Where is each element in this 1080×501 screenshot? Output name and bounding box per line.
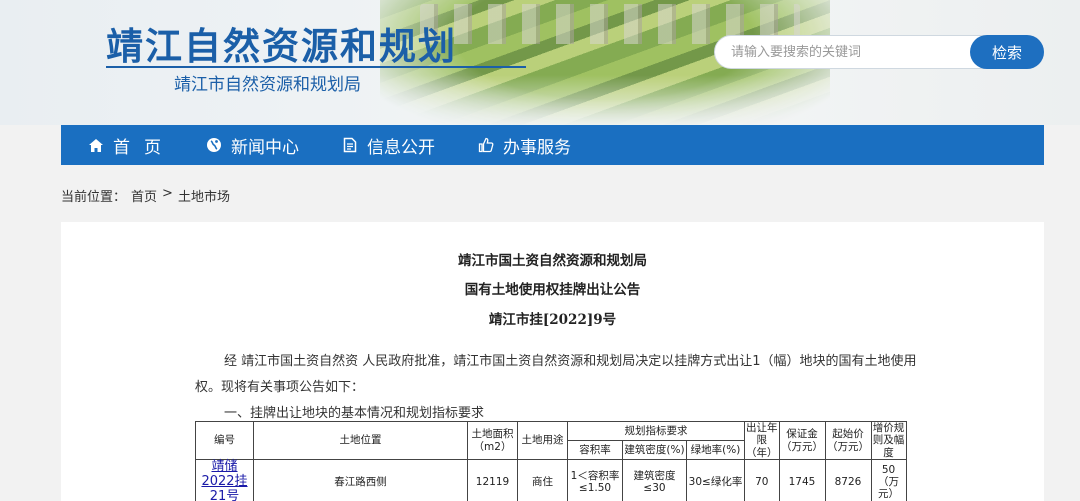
notice-intro-line1: 经 靖江市国土资自然资 人民政府批准，靖江市国土资自然资源和规划局决定以挂牌方式…: [224, 354, 917, 369]
header-code: 编号: [195, 421, 254, 460]
parcel-code-link[interactable]: 靖储2022挂21号: [201, 459, 247, 501]
cell-density: 建筑密度≤30: [622, 459, 687, 501]
nav-item-label: 办事服务: [503, 137, 571, 158]
cell-green: 30≤绿化率: [686, 459, 745, 501]
notice-title: 国有土地使用权挂牌出让公告: [464, 282, 641, 298]
header-term: 出让年限（年）: [744, 421, 780, 460]
nav-item-service[interactable]: 办事服务: [477, 125, 571, 165]
header-increment: 增价规则及幅度: [870, 421, 907, 460]
breadcrumb-current-link[interactable]: 土地市场: [178, 186, 230, 205]
cell-use: 商住: [517, 459, 568, 501]
notice-intro-line2: 权。现将有关事项公告如下：: [195, 380, 365, 395]
cell-term: 70: [744, 459, 780, 501]
cell-start-price: 8726: [824, 459, 872, 501]
breadcrumb-separator: >: [162, 186, 173, 201]
nav-item-news[interactable]: 新闻中心: [205, 125, 299, 165]
breadcrumb: 当前位置： 首页 > 土地市场: [61, 186, 230, 205]
notice-issuer: 靖江市国土资自然资源和规划局: [458, 253, 647, 269]
title-underline: [106, 66, 526, 68]
nav-item-home[interactable]: 首页: [87, 125, 175, 165]
cell-location: 春江路西侧: [253, 459, 468, 501]
notice-number: 靖江市挂[2022]9号: [488, 312, 617, 328]
document-icon: [341, 136, 359, 154]
header-deposit: 保证金（万元）: [778, 421, 826, 460]
cell-area: 12119: [467, 459, 518, 501]
header-location: 土地位置: [253, 421, 468, 460]
header-banner: 靖江自然资源和规划 靖江市自然资源和规划局 检索: [0, 0, 1080, 125]
search-input[interactable]: [731, 36, 967, 68]
header-use: 土地用途: [517, 421, 568, 460]
search-button[interactable]: 检索: [970, 35, 1044, 69]
nav-item-label: 信息公开: [367, 137, 435, 158]
header-far: 容积率: [567, 440, 623, 460]
nav-item-info[interactable]: 信息公开: [341, 125, 435, 165]
breadcrumb-home-link[interactable]: 首页: [131, 186, 157, 205]
site-subtitle: 靖江市自然资源和规划局: [174, 75, 361, 95]
main-nav: 首页 新闻中心 信息公开 办事服务: [61, 125, 1044, 165]
site-title[interactable]: 靖江自然资源和规划: [106, 16, 457, 70]
content-panel: 靖江市国土资自然资源和规划局 国有土地使用权挂牌出让公告 靖江市挂[2022]9…: [61, 222, 1044, 501]
header-start-price: 起始价（万元）: [824, 421, 872, 460]
table-row: 靖储2022挂21号 春江路西侧 12119 商住 1＜容积率≤1.50 建筑密…: [195, 459, 907, 501]
home-icon: [87, 136, 105, 154]
land-info-table: 编号 土地位置 土地面积（m2） 土地用途 规划指标要求 出让年限（年） 保证金…: [195, 421, 907, 501]
header-area: 土地面积（m2）: [467, 421, 518, 460]
cell-code[interactable]: 靖储2022挂21号: [195, 459, 254, 501]
breadcrumb-prefix: 当前位置：: [61, 190, 127, 205]
cell-far: 1＜容积率≤1.50: [567, 459, 623, 501]
thumbs-up-icon: [477, 136, 495, 154]
search-box: 检索: [714, 35, 1044, 69]
cell-increment: 50（万元）: [870, 459, 907, 501]
nav-item-label: 新闻中心: [231, 137, 299, 158]
nav-item-label: 首页: [113, 137, 175, 158]
notice-section-heading: 一、挂牌出让地块的基本情况和规划指标要求: [224, 406, 485, 421]
header-green: 绿地率(%): [686, 440, 745, 460]
globe-icon: [205, 136, 223, 154]
header-density: 建筑密度(%): [622, 440, 687, 460]
cell-deposit: 1745: [778, 459, 826, 501]
header-planning: 规划指标要求: [567, 421, 745, 441]
